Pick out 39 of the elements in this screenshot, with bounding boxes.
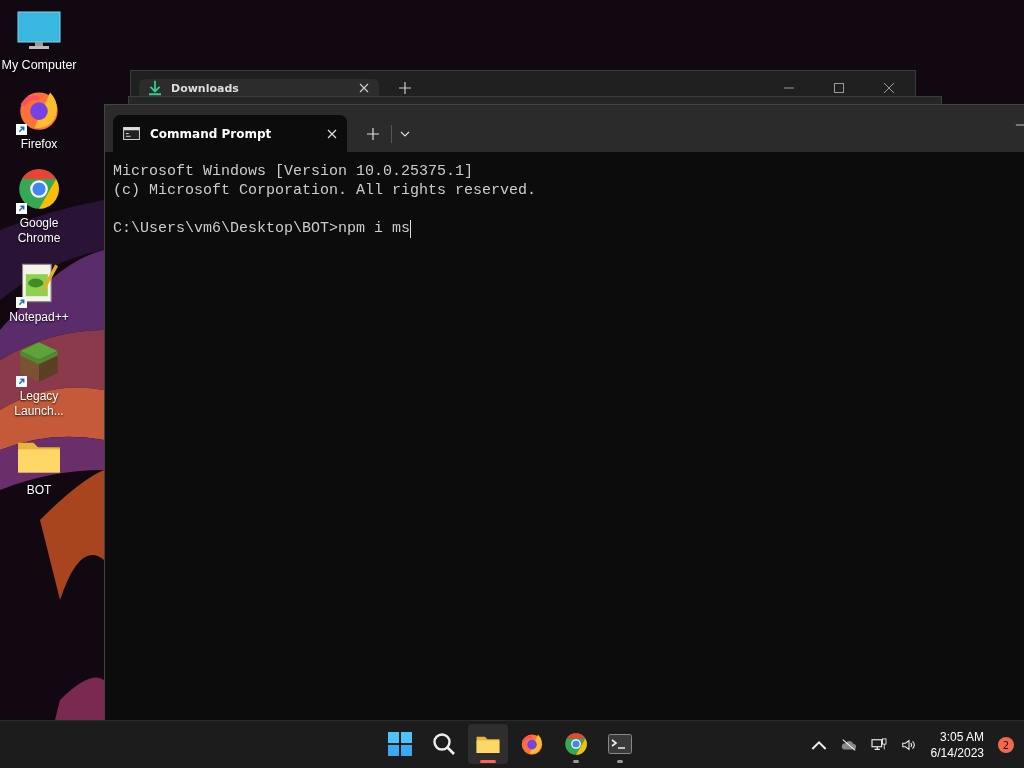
- volume-icon[interactable]: [900, 738, 917, 752]
- tab-title: Downloads: [171, 81, 240, 95]
- terminal-icon: [123, 127, 140, 140]
- close-icon[interactable]: [359, 83, 369, 93]
- console-text: Microsoft Windows [Version 10.0.25375.1]: [113, 162, 475, 181]
- cloud-off-icon[interactable]: [840, 738, 857, 752]
- tab[interactable]: Command Prompt: [113, 115, 347, 152]
- plus-icon[interactable]: [399, 81, 411, 94]
- chrome-icon[interactable]: [564, 732, 588, 756]
- chrome-icon: [17, 167, 61, 211]
- time-text: 3:05 AM: [939, 729, 984, 745]
- maximize-icon[interactable]: [833, 81, 845, 94]
- date-text: 6/14/2023: [930, 745, 984, 761]
- tab[interactable]: Downloads: [139, 79, 379, 96]
- wallpaper-curl: [55, 677, 104, 720]
- chevron-up-icon[interactable]: [810, 738, 827, 752]
- taskbar-button[interactable]: [468, 724, 508, 764]
- desktop-icon[interactable]: BOT: [0, 433, 78, 498]
- desktop-icon[interactable]: Google Chrome: [0, 166, 78, 246]
- text-cursor: [410, 219, 412, 238]
- clock[interactable]: 3:05 AM 6/14/2023: [930, 729, 984, 761]
- tab-title: Command Prompt: [150, 126, 273, 141]
- terminal-icon[interactable]: [608, 732, 632, 756]
- desktop-icon[interactable]: Legacy Launch...: [0, 339, 78, 419]
- desktop-icon[interactable]: Notepad++: [0, 260, 78, 325]
- notification-badge[interactable]: 2: [998, 737, 1014, 753]
- desktop-icon[interactable]: Firefox: [0, 87, 78, 152]
- grass-block-icon: [17, 340, 61, 384]
- search-icon[interactable]: [432, 732, 456, 756]
- firefox-icon[interactable]: [520, 732, 544, 756]
- console-text: (c) Microsoft Corporation. All rights reserved.: [113, 181, 538, 200]
- command-line[interactable]: C:\Users\vm6\Desktop\BOT>npm i ms: [113, 219, 411, 238]
- chevron-down-icon[interactable]: [400, 131, 410, 137]
- plus-icon[interactable]: [367, 128, 379, 140]
- windows-logo-icon[interactable]: [388, 732, 412, 756]
- close-icon[interactable]: [883, 81, 895, 94]
- desktop-icon[interactable]: My Computer: [0, 8, 78, 73]
- download-icon: [149, 80, 161, 96]
- network-icon[interactable]: [870, 738, 887, 752]
